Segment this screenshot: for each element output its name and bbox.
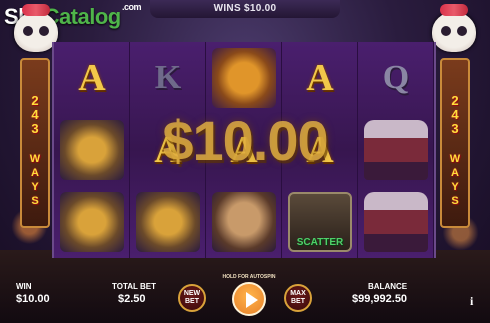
letter-a-symbol: A — [78, 57, 106, 99]
scatter-symbol-icon: SCATTER — [288, 192, 352, 252]
ways-letter: S — [31, 195, 39, 207]
fish-symbol-icon — [60, 192, 124, 252]
balance-label: BALANCE — [368, 282, 408, 291]
ways-digit: 2 — [31, 93, 39, 108]
info-button[interactable]: i — [470, 294, 473, 309]
ways-digit: 3 — [451, 121, 459, 136]
dog-symbol-icon — [212, 192, 276, 252]
slot-game-screen: SlotCatalog .com WINS $10.00 2 4 3 W A Y… — [0, 0, 490, 323]
ways-letter: Y — [451, 181, 459, 193]
ways-pillar-right: 2 4 3 W A Y S — [440, 58, 470, 228]
reel-cell — [358, 186, 434, 258]
balance-value: $99,992.50 — [352, 293, 408, 305]
total-bet-value: $2.50 — [118, 293, 146, 305]
logo-suffix: .com — [122, 2, 142, 12]
ways-letter: A — [451, 167, 459, 179]
reel-cell: SCATTER — [282, 186, 358, 258]
win-value: $10.00 — [16, 293, 50, 305]
reel-cell — [130, 186, 206, 258]
fish-symbol-icon — [136, 192, 200, 252]
ways-letter: Y — [31, 181, 39, 193]
guitar-symbol-icon — [212, 48, 276, 108]
ways-letter: W — [449, 153, 461, 165]
letter-k-symbol: K — [154, 59, 182, 96]
ways-digit: 3 — [31, 121, 39, 136]
max-bet-button[interactable]: MAX BET — [284, 284, 312, 312]
reel-cell — [54, 186, 130, 258]
cake-symbol-icon — [364, 192, 428, 252]
sugar-skull-right-icon — [432, 4, 476, 52]
ways-digit: 4 — [31, 107, 39, 122]
total-bet-label: TOTAL BET — [112, 282, 156, 291]
reel-cell: K — [130, 42, 206, 114]
letter-q-symbol: Q — [382, 59, 410, 96]
reel-cell: A — [282, 42, 358, 114]
scatter-label: SCATTER — [296, 237, 344, 248]
spin-button[interactable] — [232, 282, 266, 316]
win-amount-overlay: $10.00 — [162, 109, 328, 172]
ways-letter: W — [29, 153, 41, 165]
ways-digit: 4 — [451, 107, 459, 122]
letter-a-symbol: A — [306, 57, 334, 99]
ways-digit: 2 — [451, 93, 459, 108]
new-bet-button[interactable]: NEW BET — [178, 284, 206, 312]
ways-letter: S — [451, 195, 459, 207]
autospin-hint: HOLD FOR AUTOSPIN — [222, 274, 276, 280]
ways-letter: A — [31, 167, 39, 179]
reel-cell: Q — [358, 42, 434, 114]
reel-cell — [206, 42, 282, 114]
reel-cell — [206, 186, 282, 258]
win-label: WIN — [16, 282, 32, 291]
ways-pillar-left: 2 4 3 W A Y S — [20, 58, 50, 228]
wins-bar: WINS $10.00 — [150, 0, 340, 18]
reel-cell: A — [54, 42, 130, 114]
